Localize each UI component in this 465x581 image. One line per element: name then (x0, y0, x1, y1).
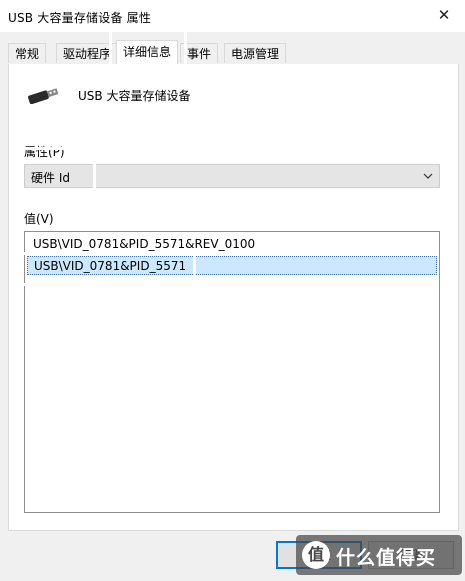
device-name: USB 大容量存储设备 (78, 89, 191, 103)
chevron-down-icon (423, 173, 433, 179)
watermark-text: 什么值得买 (336, 547, 437, 569)
watermark-logo-icon: 值 (302, 541, 330, 569)
tab-power[interactable]: 电源管理 (224, 43, 287, 63)
watermark: 值 什么值得买 (296, 535, 462, 575)
tab-general[interactable]: 常规 (8, 43, 47, 63)
value-highlight-box (20, 252, 196, 286)
usb-drive-icon (28, 88, 59, 104)
close-icon[interactable]: ✕ (429, 2, 459, 28)
property-highlight-box (16, 147, 96, 199)
tab-bar: 常规 驱动程序 事件 电源管理 详细信息 (8, 40, 457, 65)
value-label: 值(V) (24, 212, 54, 226)
